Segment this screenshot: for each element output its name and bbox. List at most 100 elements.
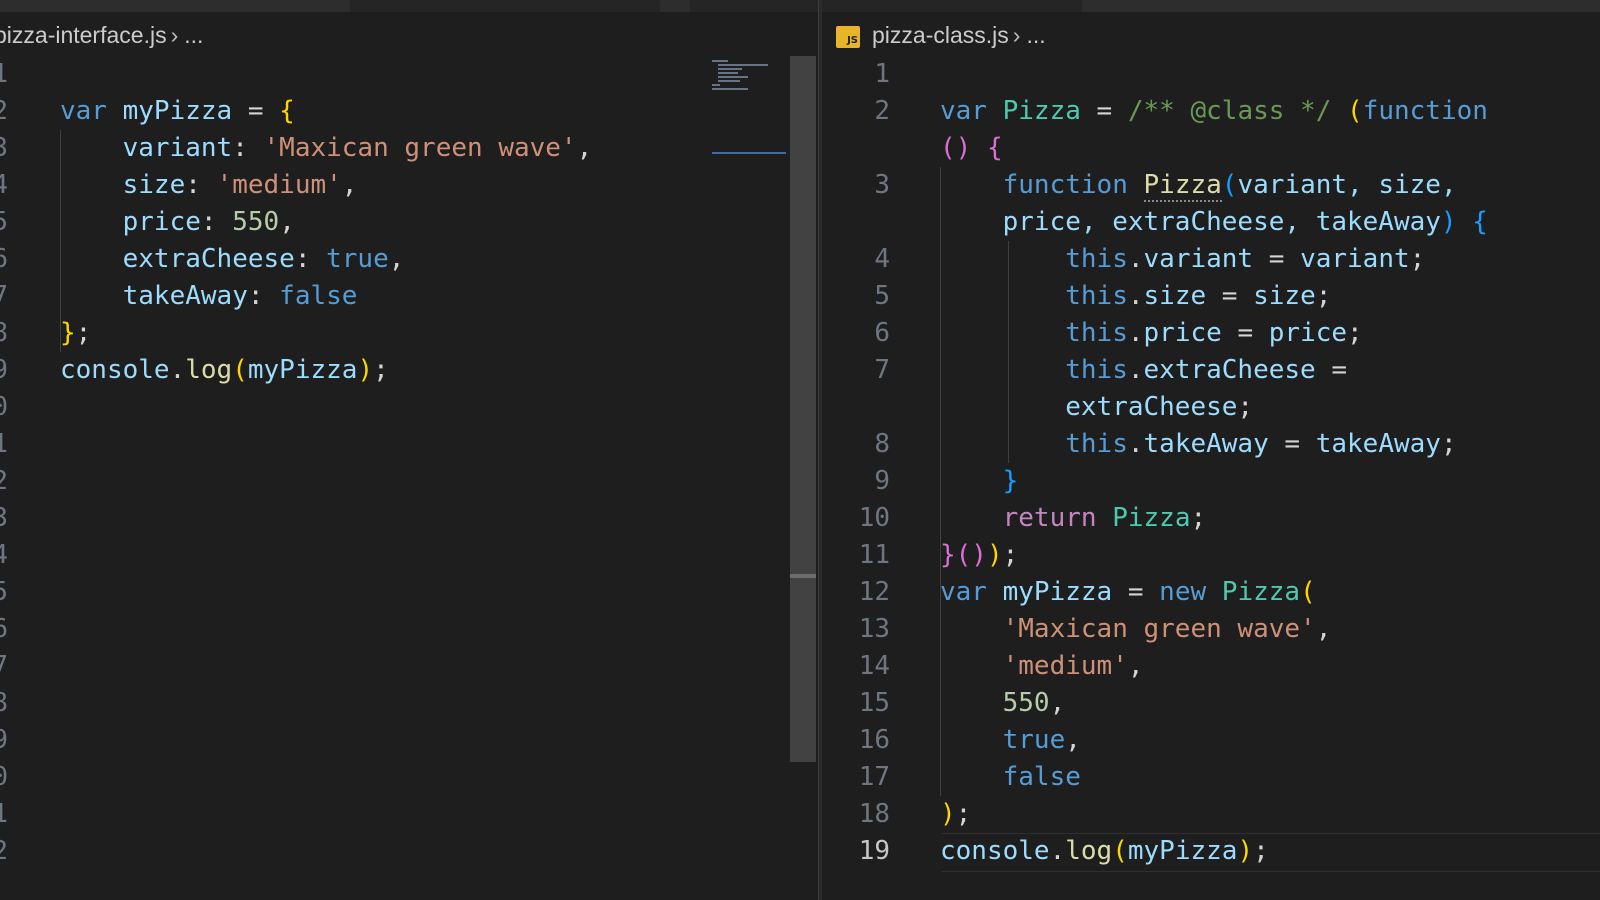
breadcrumb-file[interactable]: pizza-interface.js	[0, 22, 167, 48]
dot: .	[1049, 836, 1066, 866]
boolean-literal: false	[1002, 762, 1081, 792]
tab-strip	[822, 0, 1600, 12]
identifier: takeAway	[1315, 429, 1441, 459]
line-number: 5	[0, 207, 8, 237]
identifier: myPizza	[1002, 577, 1113, 607]
line-number: 1	[0, 799, 8, 829]
paren: (	[1112, 836, 1128, 866]
line-number: 1	[0, 429, 8, 459]
semicolon: ;	[1253, 836, 1269, 866]
brace: {	[1472, 207, 1488, 237]
line-number: 3	[0, 133, 8, 163]
semicolon: ;	[1440, 429, 1457, 459]
semicolon: ;	[75, 318, 92, 348]
dot: .	[1127, 244, 1144, 274]
keyword: function	[1362, 96, 1488, 126]
line-number: 9	[0, 355, 8, 385]
colon: :	[185, 170, 217, 200]
line-number: 3	[0, 503, 8, 533]
boolean-literal: true	[326, 244, 389, 274]
breadcrumb-symbol[interactable]: ...	[1026, 22, 1045, 48]
breadcrumb[interactable]: JS pizza-class.js ›...	[836, 20, 1046, 50]
brace: }	[60, 318, 76, 348]
property-key: price	[122, 207, 201, 237]
parameters: price, extraCheese, takeAway	[1002, 207, 1441, 237]
minimap[interactable]	[712, 58, 782, 92]
dot: .	[1127, 281, 1144, 311]
line-number: 12	[858, 577, 890, 607]
property-key: extraCheese	[122, 244, 295, 274]
breadcrumb-file[interactable]: pizza-class.js	[872, 22, 1009, 48]
property: price	[1143, 318, 1222, 348]
property: takeAway	[1143, 429, 1269, 459]
keyword: function	[1002, 170, 1128, 200]
identifier: size	[1253, 281, 1316, 311]
line-number: 2	[0, 836, 8, 866]
operator: =	[232, 96, 280, 126]
paren: )	[1440, 207, 1457, 237]
brace: {	[279, 96, 295, 126]
line-number: 1	[874, 59, 890, 89]
paren: )	[940, 799, 956, 829]
semicolon: ;	[1002, 540, 1019, 570]
this-keyword: this	[1065, 281, 1128, 311]
this-keyword: this	[1065, 429, 1128, 459]
comma: ,	[388, 244, 405, 274]
tab-background	[0, 0, 350, 12]
function-name: log	[185, 355, 233, 385]
tab-strip	[0, 0, 818, 12]
string-literal: 'medium'	[1002, 651, 1128, 681]
line-number: 7	[0, 281, 8, 311]
line-number: 7	[0, 651, 8, 681]
boolean-literal: false	[279, 281, 358, 311]
comma: ,	[576, 133, 593, 163]
number-literal: 550	[1002, 688, 1050, 718]
operator: =	[1080, 96, 1128, 126]
line-number: 9	[874, 466, 890, 496]
keyword: var	[940, 96, 987, 126]
keyword: var	[940, 577, 987, 607]
this-keyword: this	[1065, 244, 1128, 274]
line-number: 10	[858, 503, 890, 533]
left-editor-pane[interactable]: pizza-interface.js ›... 1 2 var myPizza = …	[0, 0, 818, 900]
line-number: 19	[858, 836, 890, 866]
breadcrumb-symbol[interactable]: ...	[184, 22, 203, 48]
paren: (	[1221, 170, 1238, 200]
line-number: 3	[874, 170, 890, 200]
line-number: 7	[874, 355, 890, 385]
brace: }	[1002, 466, 1019, 496]
keyword: var	[60, 96, 107, 126]
identifier: extraCheese	[1065, 392, 1238, 422]
dot: .	[1127, 429, 1144, 459]
vertical-scrollbar[interactable]	[790, 56, 816, 762]
property: extraCheese	[1143, 355, 1316, 385]
comma: ,	[1049, 688, 1066, 718]
line-number: 8	[0, 318, 8, 348]
semicolon: ;	[1315, 281, 1332, 311]
operator: =	[1315, 355, 1348, 385]
colon: :	[247, 281, 280, 311]
dot: .	[169, 355, 186, 385]
javascript-file-icon: JS	[836, 25, 860, 48]
line-number: 13	[858, 614, 890, 644]
boolean-literal: true	[1002, 725, 1066, 755]
breadcrumb[interactable]: pizza-interface.js ›...	[0, 20, 203, 50]
line-number: 16	[858, 725, 890, 755]
line-number: 6	[874, 318, 890, 348]
colon: :	[294, 244, 327, 274]
line-number: 2	[0, 466, 8, 496]
semicolon: ;	[1347, 318, 1363, 348]
property-key: takeAway	[122, 281, 248, 311]
string-literal: 'medium'	[216, 170, 342, 200]
semicolon: ;	[1409, 244, 1426, 274]
comma: ,	[341, 170, 358, 200]
parameters: variant, size,	[1237, 170, 1457, 200]
comma: ,	[1127, 651, 1144, 681]
minimap-slider[interactable]	[712, 152, 786, 154]
line-number: 2	[0, 96, 8, 126]
paren: (	[1300, 577, 1316, 607]
paren: )	[357, 355, 374, 385]
line-number: 18	[858, 799, 890, 829]
scrollbar-thumb[interactable]	[790, 574, 816, 578]
right-editor-pane[interactable]: JS pizza-class.js ›... 1 2 var Pizza = /** …	[822, 0, 1600, 900]
